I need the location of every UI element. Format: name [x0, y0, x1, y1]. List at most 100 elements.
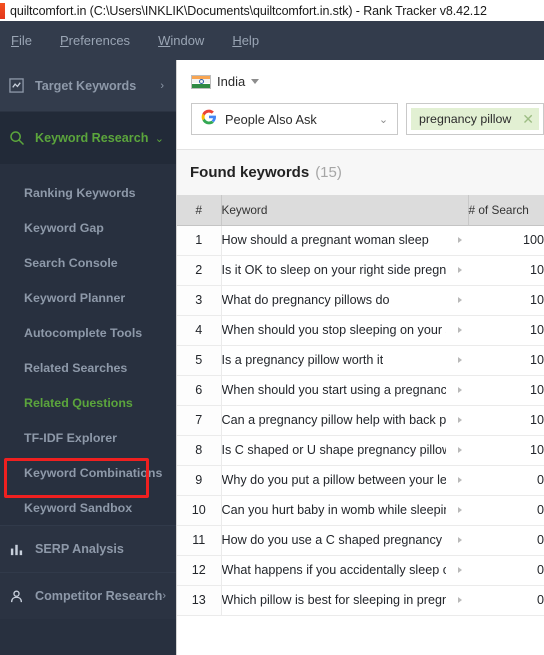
table-header-row: # Keyword # of Search	[177, 195, 544, 226]
row-keyword: When should you start using a pregnancy …	[220, 375, 468, 406]
sidebar-item-autocomplete-tools[interactable]: Autocomplete Tools	[0, 315, 176, 350]
menu-item-help[interactable]: Help	[227, 30, 264, 51]
expand-arrow-icon[interactable]	[458, 597, 462, 603]
region-selector[interactable]: India	[191, 74, 260, 89]
column-header-keyword[interactable]: Keyword	[220, 195, 468, 226]
keyword-tag-input[interactable]: pregnancy pillow ✕	[406, 103, 544, 135]
expand-arrow-icon[interactable]	[458, 447, 462, 453]
table-row[interactable]: 10 Can you hurt baby in womb while sleep…	[177, 495, 544, 526]
table-row[interactable]: 2 Is it OK to sleep on your right side p…	[177, 255, 544, 286]
expand-arrow-icon[interactable]	[458, 297, 462, 303]
sidebar-item-serp-analysis[interactable]: SERP Analysis	[0, 525, 176, 572]
row-index: 10	[177, 495, 221, 526]
row-index: 13	[177, 585, 221, 616]
sidebar-item-keyword-sandbox[interactable]: Keyword Sandbox	[0, 490, 176, 525]
row-index: 8	[177, 435, 221, 466]
table-row[interactable]: 7 Can a pregnancy pillow help with back …	[177, 405, 544, 436]
chart-square-icon	[9, 78, 31, 93]
sidebar-item-ranking-keywords-label: Ranking Keywords	[24, 185, 136, 200]
expand-arrow-icon[interactable]	[458, 477, 462, 483]
sidebar-item-tf-idf-explorer[interactable]: TF-IDF Explorer	[0, 420, 176, 455]
column-header-index[interactable]: #	[177, 195, 221, 226]
row-volume: 10	[468, 405, 544, 436]
sidebar-item-keyword-planner[interactable]: Keyword Planner	[0, 280, 176, 315]
menu-item-preferences[interactable]: Preferences	[55, 30, 135, 51]
close-icon[interactable]: ✕	[522, 112, 534, 126]
filter-row: People Also Ask ⌄ pregnancy pillow ✕	[191, 103, 544, 135]
table-row[interactable]: 11 How do you use a C shaped pregnancy p…	[177, 525, 544, 556]
row-keyword: Is it OK to sleep on your right side pre…	[220, 255, 468, 286]
sidebar-item-target-keywords[interactable]: Target Keywords ›	[0, 60, 176, 112]
rank-tracker-window: quiltcomfort.in (C:\Users\INKLIK\Documen…	[0, 0, 544, 655]
table-row[interactable]: 4 When should you stop sleeping on your …	[177, 315, 544, 346]
row-keyword: What do pregnancy pillows do	[220, 285, 468, 316]
window-title: quiltcomfort.in (C:\Users\INKLIK\Documen…	[10, 3, 487, 18]
keyword-tag-label: pregnancy pillow	[419, 112, 512, 126]
sidebar-item-target-keywords-label: Target Keywords	[35, 78, 137, 93]
row-volume: 10	[468, 315, 544, 346]
sidebar: Target Keywords › Keyword Research ⌄ Ran…	[0, 60, 176, 655]
row-index: 11	[177, 525, 221, 556]
expand-arrow-icon[interactable]	[458, 387, 462, 393]
expand-arrow-icon[interactable]	[458, 267, 462, 273]
table-body: 1 How should a pregnant woman sleep 100 …	[177, 225, 544, 616]
keyword-tag: pregnancy pillow ✕	[411, 108, 539, 130]
sidebar-item-search-console[interactable]: Search Console	[0, 245, 176, 280]
menu-bar: File Preferences Window Help	[0, 21, 544, 60]
row-index: 9	[177, 465, 221, 496]
expand-arrow-icon[interactable]	[458, 417, 462, 423]
row-keyword: How do you use a C shaped pregnancy pill…	[220, 525, 468, 556]
sidebar-item-competitor-research[interactable]: Competitor Research ›	[0, 572, 176, 619]
sidebar-item-keyword-combinations-label: Keyword Combinations	[24, 465, 163, 480]
expand-arrow-icon[interactable]	[458, 327, 462, 333]
row-keyword: Why do you put a pillow between your leg…	[220, 465, 468, 496]
google-icon	[201, 109, 217, 130]
table-row[interactable]: 5 Is a pregnancy pillow worth it 10	[177, 345, 544, 376]
table-row[interactable]: 9 Why do you put a pillow between your l…	[177, 465, 544, 496]
sidebar-item-related-questions-label: Related Questions	[24, 395, 133, 410]
expand-arrow-icon[interactable]	[458, 357, 462, 363]
chevron-down-icon: ⌄	[378, 113, 389, 126]
table-row[interactable]: 8 Is C shaped or U shape pregnancy pillo…	[177, 435, 544, 466]
row-volume: 0	[468, 495, 544, 526]
sidebar-item-keyword-planner-label: Keyword Planner	[24, 290, 126, 305]
row-index: 2	[177, 255, 221, 286]
menu-item-window[interactable]: Window	[153, 30, 209, 51]
row-volume: 0	[468, 585, 544, 616]
expand-arrow-icon[interactable]	[458, 237, 462, 243]
sidebar-item-related-questions[interactable]: Related Questions	[0, 385, 176, 420]
table-row[interactable]: 6 When should you start using a pregnanc…	[177, 375, 544, 406]
table-row[interactable]: 12 What happens if you accidentally slee…	[177, 555, 544, 586]
column-header-searches[interactable]: # of Search	[467, 195, 544, 226]
table-row[interactable]: 1 How should a pregnant woman sleep 100	[177, 225, 544, 256]
sidebar-item-related-searches-label: Related Searches	[24, 360, 128, 375]
sidebar-item-tf-idf-explorer-label: TF-IDF Explorer	[24, 430, 117, 445]
source-select[interactable]: People Also Ask ⌄	[191, 103, 399, 135]
row-keyword: What happens if you accidentally sleep o…	[220, 555, 468, 586]
title-bar: quiltcomfort.in (C:\Users\INKLIK\Documen…	[0, 0, 544, 21]
row-volume: 0	[468, 525, 544, 556]
row-keyword: Can a pregnancy pillow help with back pa…	[220, 405, 468, 436]
keywords-table: # Keyword # of Search 1 How should a pre…	[177, 195, 544, 616]
table-row[interactable]: 3 What do pregnancy pillows do 10	[177, 285, 544, 316]
sidebar-item-keyword-gap[interactable]: Keyword Gap	[0, 210, 176, 245]
expand-arrow-icon[interactable]	[458, 537, 462, 543]
sidebar-item-keyword-research[interactable]: Keyword Research ⌄	[0, 112, 176, 164]
person-icon	[9, 589, 31, 604]
sidebar-item-keyword-combinations[interactable]: Keyword Combinations	[0, 455, 176, 490]
expand-arrow-icon[interactable]	[458, 567, 462, 573]
row-volume: 10	[468, 255, 544, 286]
row-keyword: Is C shaped or U shape pregnancy pillow …	[220, 435, 468, 466]
menu-item-file[interactable]: File	[6, 30, 37, 51]
sidebar-item-autocomplete-tools-label: Autocomplete Tools	[24, 325, 143, 340]
sidebar-item-related-searches[interactable]: Related Searches	[0, 350, 176, 385]
sidebar-item-competitor-research-label: Competitor Research	[35, 589, 163, 603]
table-row[interactable]: 13 Which pillow is best for sleeping in …	[177, 585, 544, 616]
expand-arrow-icon[interactable]	[458, 507, 462, 513]
region-label: India	[217, 74, 246, 89]
sidebar-item-search-console-label: Search Console	[24, 255, 118, 270]
main-body: Target Keywords › Keyword Research ⌄ Ran…	[0, 60, 544, 655]
table-header: # Keyword # of Search	[177, 195, 544, 226]
found-keywords-count: (15)	[315, 164, 342, 181]
sidebar-item-ranking-keywords[interactable]: Ranking Keywords	[0, 175, 176, 210]
